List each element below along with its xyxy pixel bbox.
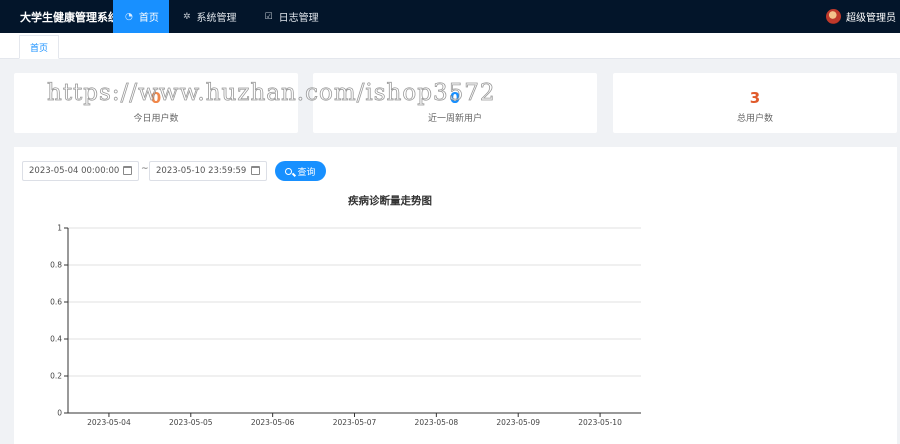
dashboard-icon: ◔	[125, 11, 133, 22]
diagnosis-trend-chart: 0 0.2 0.4 0.6 0.8 1 2023-05-04 2023-05-05 2023-0…	[50, 224, 641, 427]
stat-total-value: 3	[749, 89, 761, 107]
nav-item-system[interactable]: ✲ 系统管理	[169, 0, 251, 33]
user-name: 超级管理员	[846, 13, 896, 24]
y-tick-label: 0	[57, 409, 62, 418]
top-navbar: 大学生健康管理系统 ◔ 首页 ✲ 系统管理 ☑ 日志管理 超级管理员	[0, 0, 900, 33]
nav-item-label: 首页	[138, 13, 159, 24]
chart-panel: 2023-05-04 00:00:00 ~ 2023-05-10 23:59:5…	[14, 147, 897, 444]
nav-item-label: 日志管理	[278, 13, 319, 24]
user-menu[interactable]: 超级管理员	[826, 9, 900, 24]
tab-home[interactable]: 首页	[19, 35, 60, 59]
x-tick-label: 2023-05-08	[415, 418, 459, 427]
stat-card-today: 0 今日用户数	[14, 73, 298, 133]
stat-today-value: 0	[150, 89, 162, 107]
stat-today-label: 今日用户数	[133, 114, 179, 124]
app-title: 大学生健康管理系统	[20, 10, 119, 24]
x-tick-label: 2023-05-10	[578, 418, 622, 427]
tab-strip: 首页	[0, 33, 900, 59]
stat-card-week: 0 近一周新用户	[313, 73, 597, 133]
avatar	[826, 9, 841, 24]
stat-week-value: 0	[449, 89, 461, 107]
edit-icon: ☑	[264, 11, 273, 22]
x-tick-label: 2023-05-04	[87, 418, 131, 427]
x-tick-label: 2023-05-05	[169, 418, 213, 427]
y-tick-label: 0.6	[50, 298, 62, 307]
y-tick-label: 0.4	[50, 335, 62, 344]
x-tick-label: 2023-05-09	[496, 418, 540, 427]
settings-icon: ✲	[183, 11, 191, 22]
stat-week-label: 近一周新用户	[427, 114, 482, 124]
y-tick-label: 0.8	[50, 261, 62, 270]
stat-card-total: 3 总用户数	[613, 73, 897, 133]
nav-item-home[interactable]: ◔ 首页	[113, 0, 169, 33]
x-tick-label: 2023-05-06	[251, 418, 295, 427]
stat-total-label: 总用户数	[736, 114, 773, 124]
nav-item-label: 系统管理	[196, 13, 237, 24]
nav-item-logs[interactable]: ☑ 日志管理	[251, 0, 333, 33]
y-tick-label: 0.2	[50, 372, 62, 381]
x-tick-label: 2023-05-07	[333, 418, 377, 427]
y-tick-label: 1	[57, 224, 62, 233]
